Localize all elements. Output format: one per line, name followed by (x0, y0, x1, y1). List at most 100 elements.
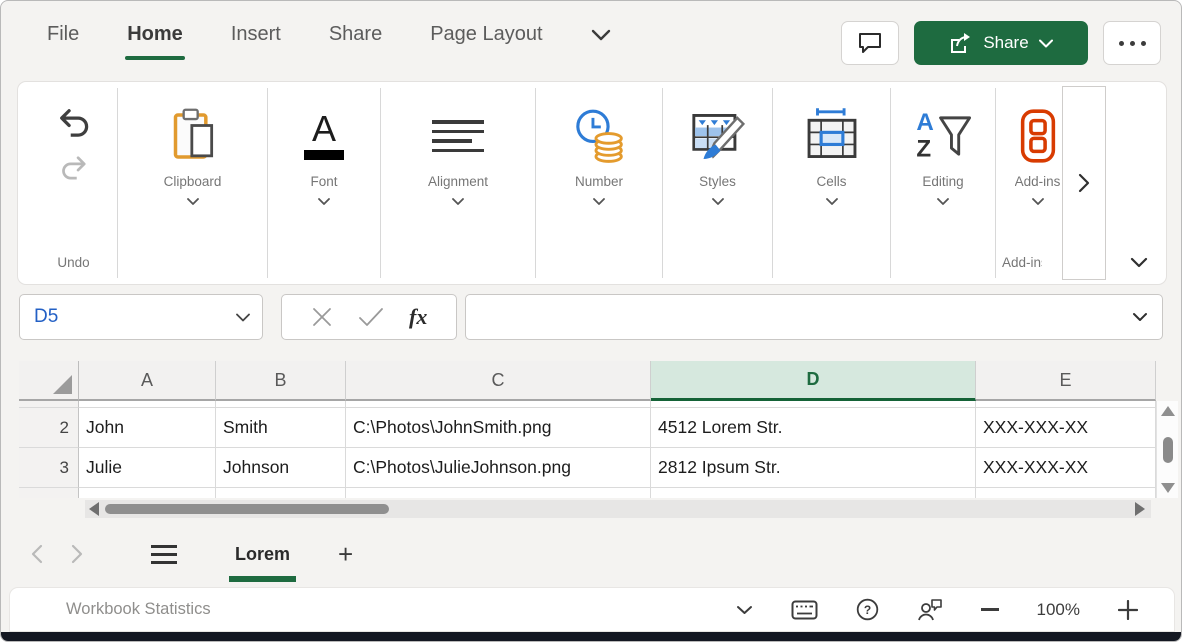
menu-tab-home[interactable]: Home (127, 23, 183, 46)
cell-d2[interactable]: 4512 Lorem Str. (651, 408, 976, 448)
ribbon-group-undo: Undo (30, 88, 118, 278)
column-header-c[interactable]: C (346, 361, 651, 401)
redo-button[interactable] (56, 146, 92, 190)
formula-input[interactable] (465, 294, 1163, 340)
status-bar-controls: ? 100% (736, 598, 1138, 622)
spreadsheet-grid: A B C D E 2 John Smith C:\Photos\JohnSmi… (19, 361, 1156, 498)
keyboard-icon[interactable] (791, 600, 818, 620)
undo-button[interactable] (54, 100, 94, 146)
more-options-button[interactable] (1103, 21, 1161, 65)
cell-b3[interactable]: Johnson (216, 448, 346, 488)
column-header-b[interactable]: B (216, 361, 346, 401)
menu-tab-label: File (47, 23, 79, 45)
vertical-scrollbar[interactable] (1156, 401, 1178, 498)
chevron-right-icon (1078, 173, 1090, 193)
ribbon-group-font[interactable]: A Font (268, 88, 381, 278)
scroll-down-icon[interactable] (1161, 483, 1175, 493)
collapse-ribbon-button[interactable] (1130, 257, 1148, 268)
select-all-button[interactable] (19, 361, 79, 401)
ribbon-group-label: Cells (816, 174, 846, 189)
ribbon-group-number[interactable]: Number (536, 88, 663, 278)
undo-icon (54, 105, 94, 141)
cell-c2[interactable]: C:\Photos\JohnSmith.png (346, 408, 651, 448)
svg-text:?: ? (863, 603, 870, 617)
cell-b2[interactable]: Smith (216, 408, 346, 448)
ribbon-group-label: Alignment (428, 174, 488, 189)
scroll-right-icon[interactable] (1135, 502, 1145, 516)
next-sheet-button[interactable] (71, 544, 83, 564)
add-sheet-button[interactable]: + (338, 544, 353, 564)
cell-e2[interactable]: XXX-XXX-XX (976, 408, 1156, 448)
vertical-scroll-thumb[interactable] (1163, 437, 1173, 463)
sheet-tab-bar: Lorem + (1, 523, 1181, 585)
chevron-down-icon (1032, 198, 1044, 205)
comments-button[interactable] (841, 21, 899, 65)
active-sheet-underline (229, 576, 296, 582)
ribbon-group-label: Add-ins (1015, 174, 1061, 189)
scroll-up-icon[interactable] (1161, 406, 1175, 416)
menu-tab-insert[interactable]: Insert (231, 23, 281, 46)
zoom-in-button[interactable] (1118, 600, 1138, 620)
ribbon-group-add-ins[interactable]: Add-ins Add-ins (996, 88, 1066, 278)
horizontal-scrollbar[interactable] (85, 500, 1151, 518)
styles-icon (689, 108, 747, 164)
all-sheets-button[interactable] (151, 545, 177, 564)
row-header-3[interactable]: 3 (19, 448, 79, 488)
horizontal-scroll-thumb[interactable] (105, 504, 389, 514)
column-header-d-selected[interactable]: D (651, 361, 976, 401)
ribbon-scroll-right-button[interactable] (1062, 86, 1106, 280)
name-box[interactable]: D5 (19, 294, 263, 340)
scroll-left-icon[interactable] (89, 502, 99, 516)
previous-sheet-button[interactable] (31, 544, 43, 564)
chevron-down-icon (591, 29, 611, 41)
chevron-down-icon[interactable] (236, 313, 250, 322)
chevron-down-icon (318, 198, 330, 205)
cell-e3[interactable]: XXX-XXX-XX (976, 448, 1156, 488)
menu-tab-share[interactable]: Share (329, 23, 382, 46)
partial-row (19, 401, 1156, 408)
cancel-icon[interactable] (311, 306, 333, 328)
cell-c3[interactable]: C:\Photos\JulieJohnson.png (346, 448, 651, 488)
ribbon-group-cells[interactable]: Cells (773, 88, 891, 278)
menu-tab-label: Insert (231, 23, 281, 45)
ribbon-group-label: Undo (30, 255, 117, 270)
add-ins-icon (1012, 107, 1064, 165)
menu-tab-label: Home (127, 23, 183, 45)
cell-d3[interactable]: 2812 Ipsum Str. (651, 448, 976, 488)
zoom-out-button[interactable] (981, 608, 999, 611)
help-icon[interactable]: ? (856, 598, 879, 621)
more-ellipsis-icon (1119, 41, 1146, 46)
expand-formula-bar-button[interactable] (1132, 312, 1148, 322)
ribbon-group-alignment[interactable]: Alignment (381, 88, 536, 278)
zoom-level[interactable]: 100% (1037, 600, 1080, 620)
row-header-2[interactable]: 2 (19, 408, 79, 448)
chevron-down-icon (452, 198, 464, 205)
excel-window: File Home Insert Share Page Layout (0, 0, 1182, 642)
share-button[interactable]: Share (914, 21, 1088, 65)
menu-tab-page-layout[interactable]: Page Layout (430, 23, 542, 46)
ribbon-group-clipboard[interactable]: Clipboard (118, 88, 268, 278)
formula-bar-row: D5 fx (1, 294, 1181, 340)
menu-tab-label: Page Layout (430, 23, 542, 45)
cell-a2[interactable]: John (79, 408, 216, 448)
share-icon (949, 32, 973, 54)
fx-icon[interactable]: fx (409, 304, 427, 330)
column-header-e[interactable]: E (976, 361, 1156, 401)
chevron-down-icon[interactable] (736, 605, 753, 615)
clipboard-icon (165, 106, 221, 166)
workbook-statistics-button[interactable]: Workbook Statistics (66, 600, 211, 619)
status-bar: Workbook Statistics ? 100% (9, 587, 1175, 632)
font-icon: A (304, 113, 344, 160)
alignment-icon (432, 120, 484, 152)
feedback-icon[interactable] (917, 598, 943, 622)
confirm-icon[interactable] (358, 307, 384, 327)
sheet-tab-lorem[interactable]: Lorem (235, 544, 290, 565)
menu-tab-file[interactable]: File (47, 23, 79, 46)
menu-more-tabs-button[interactable] (591, 29, 611, 41)
chevron-down-icon (1130, 257, 1148, 268)
ribbon-group-editing[interactable]: A Z Editing (891, 88, 996, 278)
column-header-a[interactable]: A (79, 361, 216, 401)
window-bottom-edge (1, 632, 1181, 642)
cell-a3[interactable]: Julie (79, 448, 216, 488)
ribbon-group-styles[interactable]: Styles (663, 88, 773, 278)
